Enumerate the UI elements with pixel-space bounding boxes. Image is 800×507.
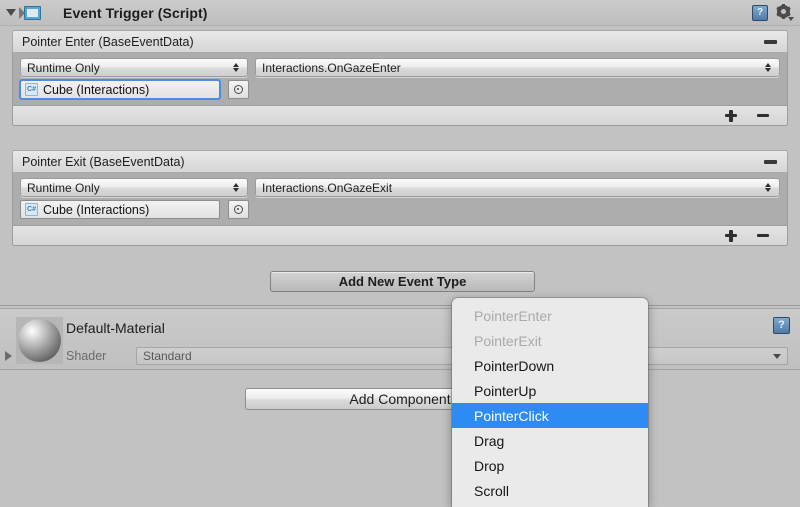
dropdown-item-updateselected[interactable]: UpdateSelected <box>452 503 648 507</box>
method-value: Interactions.OnGazeExit <box>262 180 393 195</box>
plus-icon <box>725 229 737 242</box>
shader-value: Standard <box>143 349 192 363</box>
updown-arrows-icon <box>764 61 773 74</box>
event-title: Pointer Enter (BaseEventData) <box>22 34 194 49</box>
script-icon <box>19 5 41 20</box>
material-sphere-preview-icon <box>18 319 61 362</box>
dropdown-item-pointerclick[interactable]: PointerClick <box>452 403 648 428</box>
remove-listener-button[interactable] <box>747 226 779 245</box>
dropdown-item-pointerdown[interactable]: PointerDown <box>452 353 648 378</box>
dropdown-item-pointerup[interactable]: PointerUp <box>452 378 648 403</box>
event-row-top: Runtime Only Interactions.OnGazeEnter <box>20 58 780 77</box>
event-row-object: C# Cube (Interactions) <box>20 200 780 219</box>
event-block-pointer-enter: Pointer Enter (BaseEventData) Runtime On… <box>12 30 788 126</box>
event-block-pointer-exit: Pointer Exit (BaseEventData) Runtime Onl… <box>12 150 788 246</box>
object-reference-field[interactable]: C# Cube (Interactions) <box>19 79 221 100</box>
add-new-event-type-button[interactable]: Add New Event Type <box>270 271 535 292</box>
event-footer <box>12 106 788 126</box>
updown-arrows-icon <box>232 181 241 194</box>
event-body: Runtime Only Interactions.OnGazeExit C# … <box>12 172 788 226</box>
shader-label: Shader <box>66 349 107 363</box>
event-row-top: Runtime Only Interactions.OnGazeExit <box>20 178 780 197</box>
runtime-mode-dropdown[interactable]: Runtime Only <box>20 58 248 77</box>
dropdown-item-pointerenter: PointerEnter <box>474 307 552 324</box>
csharp-script-icon: C# <box>25 83 38 96</box>
dropdown-item-drag[interactable]: Drag <box>452 428 648 453</box>
object-reference-value: Cube (Interactions) <box>43 82 150 97</box>
runtime-mode-dropdown[interactable]: Runtime Only <box>20 178 248 197</box>
add-listener-button[interactable] <box>715 106 747 125</box>
minus-icon <box>757 113 769 118</box>
dropdown-item-drop[interactable]: Drop <box>452 453 648 478</box>
method-dropdown[interactable]: Interactions.OnGazeEnter <box>255 58 780 77</box>
method-dropdown[interactable]: Interactions.OnGazeExit <box>255 178 780 197</box>
help-icon[interactable]: ? <box>752 4 768 21</box>
event-title: Pointer Exit (BaseEventData) <box>22 154 185 169</box>
material-foldout-triangle-right-icon[interactable] <box>5 351 12 361</box>
event-title-bar[interactable]: Pointer Exit (BaseEventData) <box>12 150 788 172</box>
event-type-dropdown-menu[interactable]: PointerEnter PointerExit PointerDown Pointe… <box>452 298 648 507</box>
runtime-mode-value: Runtime Only <box>27 180 100 195</box>
updown-arrows-icon <box>764 181 773 194</box>
chevron-down-icon <box>773 353 781 359</box>
object-reference-field[interactable]: C# Cube (Interactions) <box>20 200 220 219</box>
add-listener-button[interactable] <box>715 226 747 245</box>
section-divider <box>0 305 800 306</box>
target-circle-icon <box>234 205 243 214</box>
object-picker-button[interactable] <box>228 80 249 99</box>
object-reference-value: Cube (Interactions) <box>43 202 150 217</box>
target-circle-icon <box>234 85 243 94</box>
event-title-bar[interactable]: Pointer Enter (BaseEventData) <box>12 30 788 52</box>
component-foldout-triangle-down-icon[interactable] <box>6 9 16 16</box>
object-picker-button[interactable] <box>228 200 249 219</box>
runtime-mode-value: Runtime Only <box>27 60 100 75</box>
page-title: Event Trigger (Script) <box>63 4 208 21</box>
updown-arrows-icon <box>232 61 241 74</box>
remove-listener-button[interactable] <box>747 106 779 125</box>
event-footer <box>12 226 788 246</box>
plus-icon <box>725 109 737 122</box>
minus-icon <box>757 233 769 238</box>
gear-icon[interactable] <box>776 3 794 21</box>
component-header-icons: ? <box>752 3 800 21</box>
inspector-panel: Event Trigger (Script) ? Pointer Enter (… <box>0 0 800 507</box>
material-name: Default-Material <box>66 320 165 336</box>
method-value: Interactions.OnGazeEnter <box>262 60 401 75</box>
collapse-event-button[interactable] <box>764 39 777 44</box>
material-preview <box>16 317 63 364</box>
event-trigger-component-header[interactable]: Event Trigger (Script) ? <box>0 0 800 26</box>
dropdown-item-pointerexit: PointerExit <box>474 332 542 349</box>
collapse-event-button[interactable] <box>764 159 777 164</box>
csharp-script-icon: C# <box>25 203 38 216</box>
event-body: Runtime Only Interactions.OnGazeEnter C#… <box>12 52 788 106</box>
material-section: Default-Material Shader Standard ? <box>0 308 800 370</box>
material-help-icon[interactable]: ? <box>773 317 790 334</box>
event-row-object: C# Cube (Interactions) <box>19 79 780 100</box>
dropdown-item-scroll[interactable]: Scroll <box>452 478 648 503</box>
